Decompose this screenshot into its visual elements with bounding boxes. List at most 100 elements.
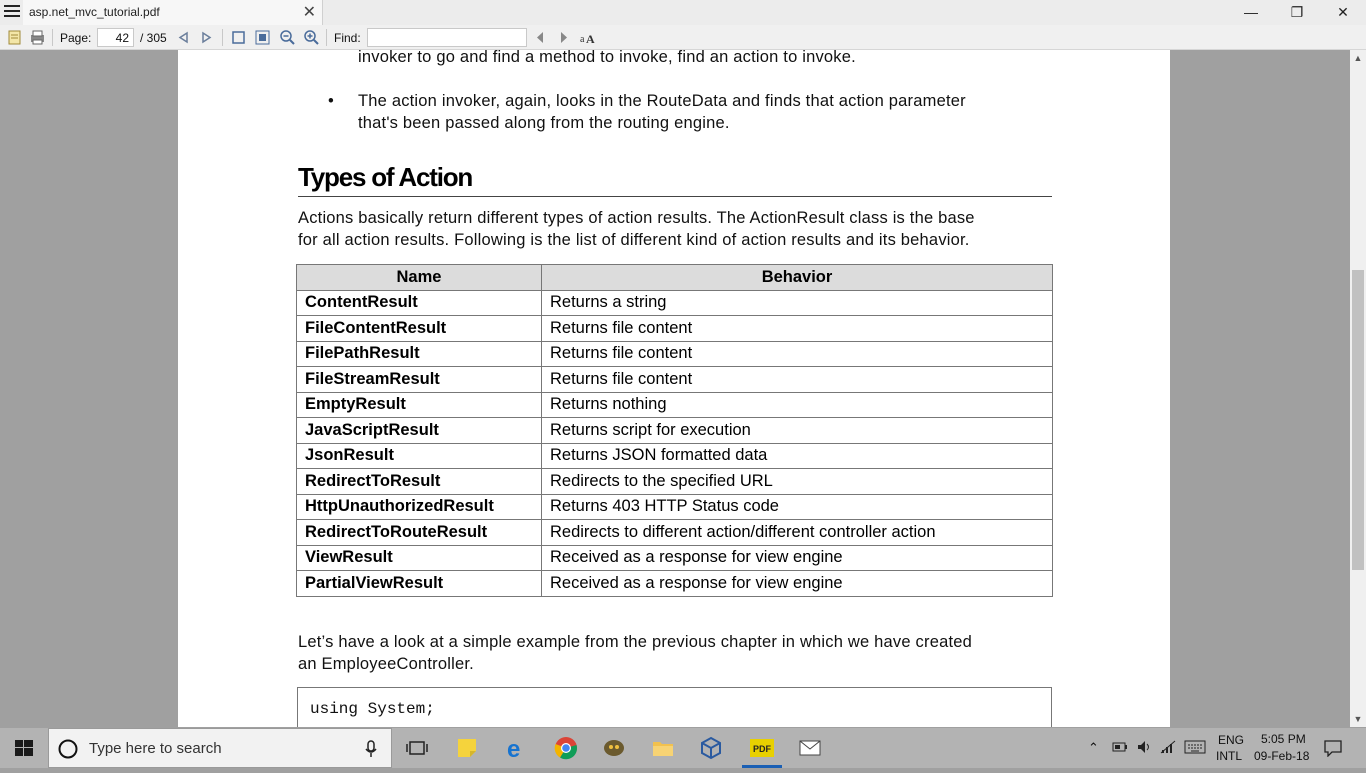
zoom-in-icon[interactable] — [303, 29, 320, 46]
result-name: JavaScriptResult — [296, 417, 542, 444]
table-row: JavaScriptResult Returns script for execu… — [296, 417, 1053, 444]
match-case-icon[interactable]: aA — [579, 29, 596, 46]
table-row: JsonResult Returns JSON formatted data — [296, 442, 1053, 469]
table-header-row: Name Behavior — [296, 264, 1053, 291]
clock-date[interactable]: 09-Feb-18 — [1254, 749, 1309, 763]
taskbar: Type here to search e PDF ⌃ ENG INTL 5:0… — [0, 728, 1366, 768]
title-bar: asp.net_mvc_tutorial.pdf ✕ — ❐ ✕ — [0, 0, 1366, 25]
find-label: Find: — [334, 31, 361, 45]
pdf-reader-icon[interactable]: PDF — [749, 736, 774, 760]
code-line: using System; — [310, 700, 435, 718]
zoom-out-icon[interactable] — [279, 29, 296, 46]
result-name: FileStreamResult — [296, 366, 542, 393]
restore-button[interactable]: ❐ — [1274, 0, 1320, 25]
svg-text:PDF: PDF — [753, 744, 772, 754]
task-view-icon[interactable] — [405, 736, 429, 760]
menu-icon[interactable] — [4, 5, 20, 19]
svg-text:e: e — [507, 736, 520, 760]
result-behavior: Returns file content — [541, 315, 1053, 342]
language-bottom[interactable]: INTL — [1216, 749, 1242, 763]
table-row: FileContentResult Returns file content — [296, 315, 1053, 342]
windows-start-icon[interactable] — [0, 728, 48, 768]
find-input[interactable] — [367, 28, 527, 47]
page-number-input[interactable]: 42 — [97, 28, 134, 47]
table-row: RedirectToResult Redirects to the specifi… — [296, 468, 1053, 495]
edge-browser-icon[interactable]: e — [505, 736, 529, 763]
network-icon[interactable] — [1160, 739, 1176, 758]
bullet-line-1: The action invoker, again, looks in the … — [358, 92, 966, 110]
table-row: ContentResult Returns a string — [296, 289, 1053, 316]
result-name: ContentResult — [296, 289, 542, 316]
minimize-button[interactable]: — — [1228, 0, 1274, 25]
toolbar: Page: 42 / 305 Find: aA — [0, 25, 1366, 50]
open-file-icon[interactable] — [6, 29, 23, 46]
microphone-icon[interactable] — [364, 740, 378, 758]
result-name: EmptyResult — [296, 391, 542, 418]
scroll-down-icon[interactable]: ▼ — [1350, 711, 1366, 727]
find-previous-icon[interactable] — [532, 29, 549, 46]
result-name: HttpUnauthorizedResult — [296, 493, 542, 520]
svg-text:A: A — [586, 32, 595, 46]
next-page-icon[interactable] — [198, 29, 215, 46]
document-tab[interactable]: asp.net_mvc_tutorial.pdf ✕ — [23, 0, 323, 25]
table-row: FileStreamResult Returns file content — [296, 366, 1053, 393]
previous-page-icon[interactable] — [175, 29, 192, 46]
code-block: using System; — [297, 687, 1052, 727]
print-icon[interactable] — [29, 29, 46, 46]
3d-builder-icon[interactable] — [699, 736, 723, 760]
cortana-icon — [58, 739, 78, 759]
keyboard-icon[interactable] — [1184, 740, 1206, 757]
bullet-marker: • — [328, 92, 334, 110]
scrollbar-thumb[interactable] — [1352, 270, 1364, 570]
result-behavior: Returns a string — [541, 289, 1053, 316]
tab-close-icon[interactable]: ✕ — [303, 2, 316, 22]
taskbar-search-box[interactable]: Type here to search — [48, 728, 392, 768]
sticky-notes-icon[interactable] — [455, 736, 479, 760]
find-next-icon[interactable] — [555, 29, 572, 46]
paragraph-line-2: for all action results. Following is the… — [298, 231, 970, 249]
svg-text:a: a — [580, 34, 585, 45]
intro-line: invoker to go and find a method to invok… — [358, 50, 856, 66]
document-viewer[interactable]: invoker to go and find a method to invok… — [0, 50, 1350, 727]
table-row: FilePathResult Returns file content — [296, 340, 1053, 367]
volume-icon[interactable] — [1136, 739, 1152, 758]
app-icon[interactable] — [602, 736, 626, 760]
table-row: PartialViewResult Received as a response … — [296, 570, 1053, 597]
fit-width-icon[interactable] — [254, 29, 271, 46]
notifications-icon[interactable] — [1324, 739, 1342, 760]
fit-page-icon[interactable] — [230, 29, 247, 46]
vertical-scrollbar[interactable]: ▲ ▼ — [1350, 50, 1366, 727]
search-placeholder: Type here to search — [89, 740, 222, 757]
result-behavior: Redirects to different action/different … — [541, 519, 1053, 546]
result-name: FileContentResult — [296, 315, 542, 342]
bullet-line-2: that's been passed along from the routin… — [358, 114, 730, 132]
result-name: JsonResult — [296, 442, 542, 469]
result-behavior: Received as a response for view engine — [541, 544, 1053, 571]
table-row: ViewResult Received as a response for vie… — [296, 544, 1053, 571]
language-top[interactable]: ENG — [1218, 733, 1244, 747]
battery-icon[interactable] — [1112, 740, 1128, 757]
result-name: RedirectToRouteResult — [296, 519, 542, 546]
heading-divider — [298, 196, 1052, 197]
table-row: HttpUnauthorizedResult Returns 403 HTTP S… — [296, 493, 1053, 520]
window-close-button[interactable]: ✕ — [1320, 0, 1366, 25]
page-total: / 305 — [140, 31, 167, 45]
header-behavior: Behavior — [541, 264, 1053, 291]
scroll-up-icon[interactable]: ▲ — [1350, 50, 1366, 66]
mail-icon[interactable] — [798, 736, 822, 760]
chrome-browser-icon[interactable] — [554, 736, 578, 760]
file-explorer-icon[interactable] — [651, 736, 675, 760]
result-behavior: Received as a response for view engine — [541, 570, 1053, 597]
page-label: Page: — [60, 31, 92, 45]
result-name: RedirectToResult — [296, 468, 542, 495]
result-behavior: Returns script for execution — [541, 417, 1053, 444]
paragraph-line-1: Actions basically return different types… — [298, 209, 975, 227]
result-name: FilePathResult — [296, 340, 542, 367]
show-hidden-icons-icon[interactable]: ⌃ — [1088, 740, 1099, 756]
result-behavior: Returns file content — [541, 340, 1053, 367]
header-name: Name — [296, 264, 542, 291]
clock-time[interactable]: 5:05 PM — [1261, 732, 1306, 746]
result-behavior: Returns 403 HTTP Status code — [541, 493, 1053, 520]
action-results-table: Name Behavior ContentResult Returns a str… — [296, 264, 1053, 597]
table-row: EmptyResult Returns nothing — [296, 391, 1053, 418]
